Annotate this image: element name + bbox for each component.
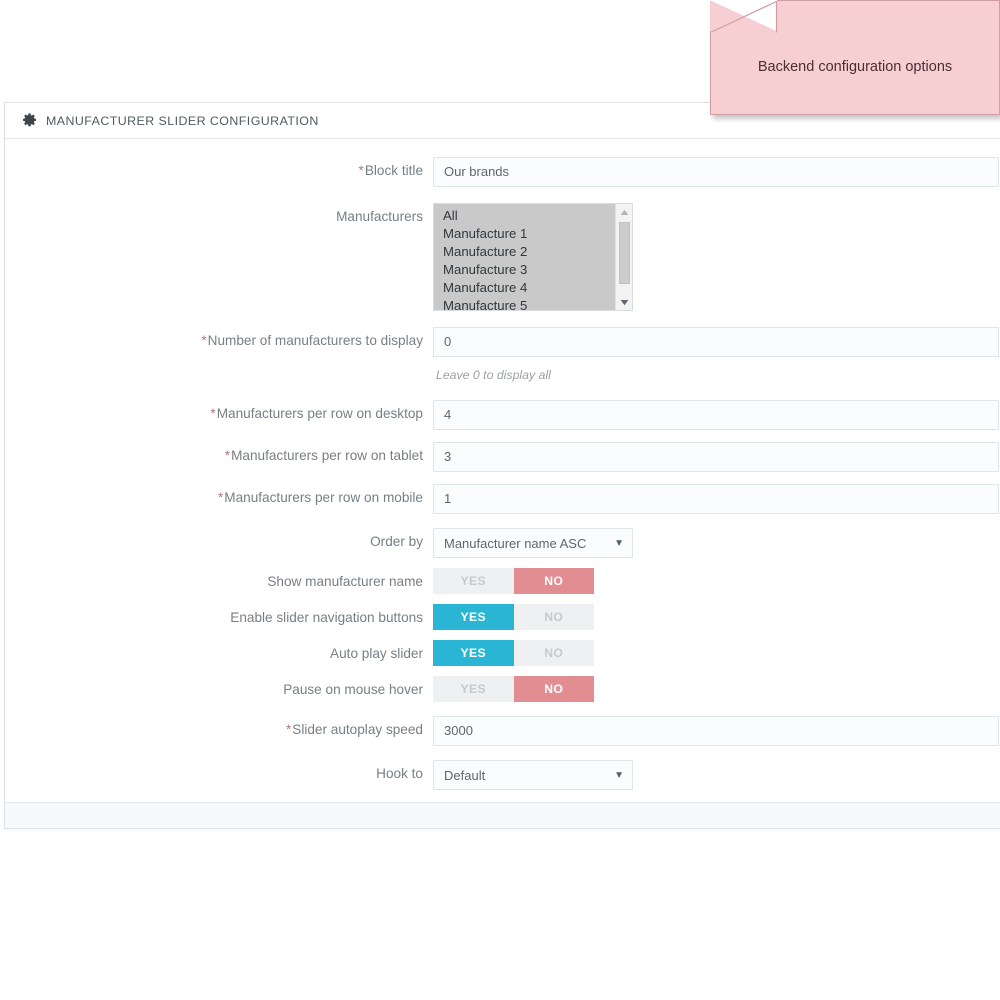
form-row-per-row-tablet: *Manufacturers per row on tablet 3 [5,442,1000,472]
required-asterisk: * [218,490,223,505]
manufacturers-multiselect[interactable]: All Manufacture 1 Manufacture 2 Manufact… [433,203,633,311]
label-pause-on-hover: Pause on mouse hover [5,676,433,699]
screenshot-root: Backend configuration options MANUFACTUR… [0,0,1000,1000]
toggle-no-option[interactable]: NO [514,676,595,702]
toggle-no-option[interactable]: NO [514,568,595,594]
list-item[interactable]: Manufacture 3 [434,261,615,279]
label-per-row-desktop: *Manufacturers per row on desktop [5,400,433,423]
callout-text: Backend configuration options [711,59,999,75]
callout-sticky-note: Backend configuration options [710,0,1000,115]
label-per-row-mobile: *Manufacturers per row on mobile [5,484,433,507]
order-by-selected-value: Manufacturer name ASC [444,536,586,551]
label-hook-to: Hook to [5,760,433,783]
form-row-manufacturers: Manufacturers All Manufacture 1 Manufact… [5,203,1000,311]
pause-on-hover-toggle[interactable]: YES NO [433,676,594,702]
manufacturers-scrollbar[interactable] [615,204,632,310]
auto-play-toggle[interactable]: YES NO [433,640,594,666]
list-item[interactable]: Manufacture 1 [434,225,615,243]
manufacturers-option-list[interactable]: All Manufacture 1 Manufacture 2 Manufact… [434,204,615,310]
per-row-tablet-input[interactable]: 3 [433,442,999,472]
block-title-input[interactable]: Our brands [433,157,999,187]
list-item[interactable]: Manufacture 2 [434,243,615,261]
toggle-no-option[interactable]: NO [514,640,595,666]
panel-footer [5,802,1000,828]
list-item[interactable]: All [434,207,615,225]
toggle-yes-option[interactable]: YES [433,604,514,630]
order-by-select[interactable]: Manufacturer name ASC ▼ [433,528,633,558]
label-auto-play: Auto play slider [5,640,433,663]
form-row-autoplay-speed: *Slider autoplay speed 3000 [5,716,1000,746]
autoplay-speed-input[interactable]: 3000 [433,716,999,746]
required-asterisk: * [210,406,215,421]
required-asterisk: * [286,722,291,737]
label-enable-nav-buttons: Enable slider navigation buttons [5,604,433,627]
show-manufacturer-name-toggle[interactable]: YES NO [433,568,594,594]
label-show-manufacturer-name: Show manufacturer name [5,568,433,591]
hook-to-selected-value: Default [444,768,485,783]
chevron-down-icon: ▼ [614,538,624,549]
toggle-yes-option[interactable]: YES [433,676,514,702]
form-row-enable-nav-buttons: Enable slider navigation buttons YES NO [5,604,1000,630]
scroll-up-arrow-icon[interactable] [616,204,633,220]
configuration-panel: MANUFACTURER SLIDER CONFIGURATION *Block… [4,102,1000,829]
label-block-title: *Block title [5,157,433,180]
toggle-yes-option[interactable]: YES [433,640,514,666]
enable-nav-buttons-toggle[interactable]: YES NO [433,604,594,630]
chevron-down-icon: ▼ [614,770,624,781]
scroll-down-arrow-icon[interactable] [616,294,633,310]
required-asterisk: * [359,163,364,178]
label-per-row-tablet: *Manufacturers per row on tablet [5,442,433,465]
number-to-display-helper-text: Leave 0 to display all [433,368,1000,382]
form-row-auto-play: Auto play slider YES NO [5,640,1000,666]
required-asterisk: * [201,333,206,348]
form-row-hook-to: Hook to Default ▼ [5,760,1000,790]
list-item[interactable]: Manufacture 5 [434,297,615,310]
scrollbar-thumb[interactable] [619,222,630,284]
label-order-by: Order by [5,528,433,551]
sticky-note-fold-shading [710,0,777,31]
form-row-show-manufacturer-name: Show manufacturer name YES NO [5,568,1000,594]
form-row-block-title: *Block title Our brands [5,157,1000,187]
page-title: MANUFACTURER SLIDER CONFIGURATION [46,114,319,128]
per-row-mobile-input[interactable]: 1 [433,484,999,514]
label-number-to-display: *Number of manufacturers to display [5,327,433,350]
toggle-no-option[interactable]: NO [514,604,595,630]
gear-icon [22,113,37,128]
form-row-per-row-desktop: *Manufacturers per row on desktop 4 [5,400,1000,430]
toggle-yes-option[interactable]: YES [433,568,514,594]
label-manufacturers: Manufacturers [5,203,433,226]
per-row-desktop-input[interactable]: 4 [433,400,999,430]
panel-body: *Block title Our brands Manufacturers Al… [5,139,1000,802]
form-row-number-to-display: *Number of manufacturers to display 0 Le… [5,327,1000,382]
list-item[interactable]: Manufacture 4 [434,279,615,297]
form-row-pause-on-hover: Pause on mouse hover YES NO [5,676,1000,702]
label-autoplay-speed: *Slider autoplay speed [5,716,433,739]
required-asterisk: * [225,448,230,463]
hook-to-select[interactable]: Default ▼ [433,760,633,790]
number-to-display-input[interactable]: 0 [433,327,999,357]
form-row-per-row-mobile: *Manufacturers per row on mobile 1 [5,484,1000,514]
form-row-order-by: Order by Manufacturer name ASC ▼ [5,528,1000,558]
